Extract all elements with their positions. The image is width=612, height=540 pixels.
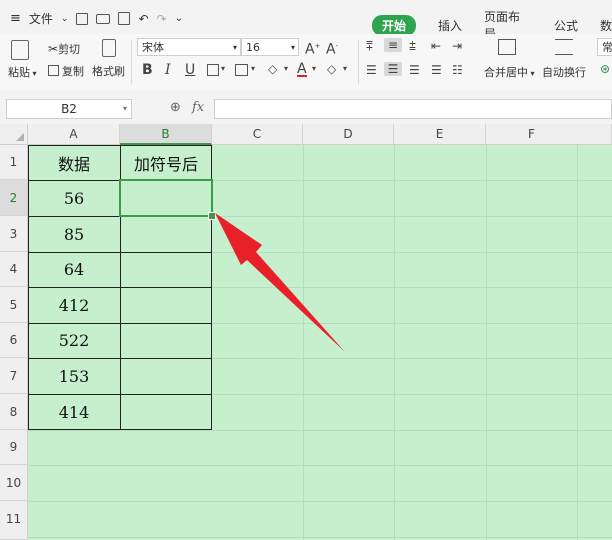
- annotation-arrow: [215, 213, 345, 352]
